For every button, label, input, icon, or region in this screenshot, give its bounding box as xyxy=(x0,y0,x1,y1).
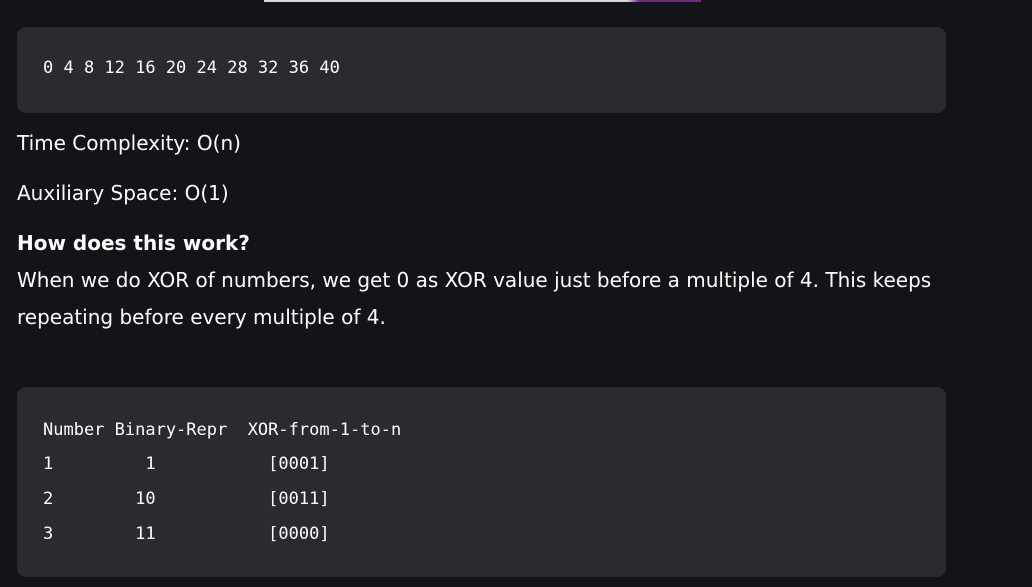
table-row: 3 11 [0000] xyxy=(43,524,330,544)
table-row: 1 1 [0001] xyxy=(43,454,330,474)
output-code-block: 0 4 8 12 16 20 24 28 32 36 40 xyxy=(17,27,946,113)
explanation-line-1: When we do XOR of numbers, we get 0 as X… xyxy=(17,268,932,292)
table-row: 2 10 [0011] xyxy=(43,489,330,509)
auxiliary-space-text: Auxiliary Space: O(1) xyxy=(17,181,229,205)
explanation-line-2: repeating before every multiple of 4. xyxy=(17,305,386,329)
table-header: Number Binary-Repr XOR-from-1-to-n xyxy=(43,420,402,440)
article-page: 0 4 8 12 16 20 24 28 32 36 40 Time Compl… xyxy=(0,0,1032,587)
time-complexity-text: Time Complexity: O(n) xyxy=(17,131,241,155)
xor-table-code-block: Number Binary-Repr XOR-from-1-to-n 1 1 [… xyxy=(17,387,946,577)
top-image-edge xyxy=(264,0,701,2)
output-line: 0 4 8 12 16 20 24 28 32 36 40 xyxy=(43,58,340,78)
how-heading: How does this work? xyxy=(17,231,250,255)
